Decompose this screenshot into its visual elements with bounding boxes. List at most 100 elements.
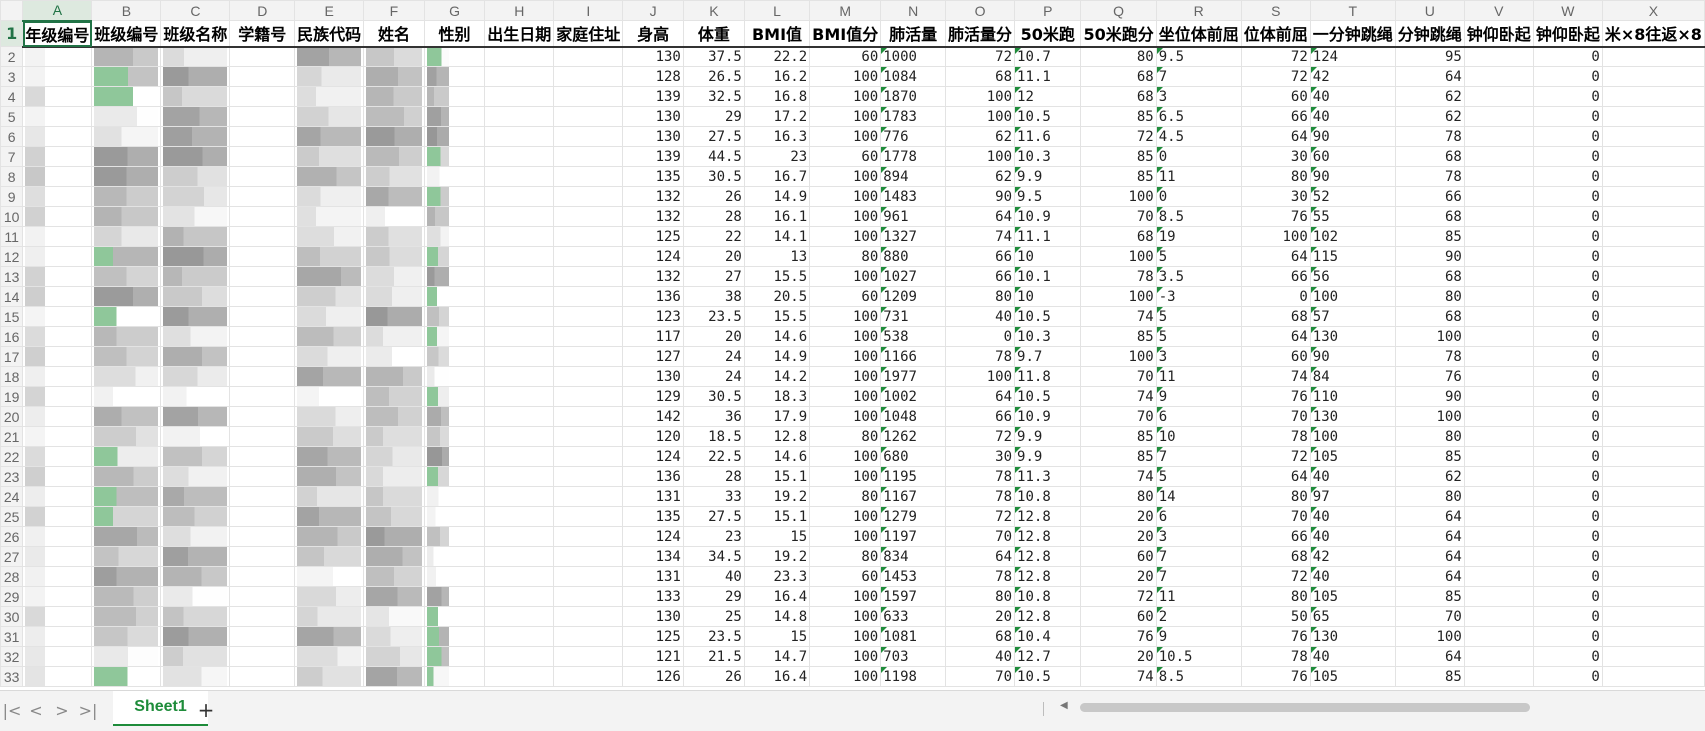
data-cell[interactable]: 7 (1155, 546, 1242, 567)
data-cell[interactable]: 11 (1155, 366, 1242, 387)
data-cell[interactable]: 100 (1080, 246, 1157, 267)
data-cell[interactable]: 20 (1080, 506, 1157, 527)
redacted-cell[interactable] (294, 586, 365, 607)
redacted-cell[interactable] (22, 106, 93, 127)
data-cell[interactable]: 60 (809, 286, 882, 307)
data-cell[interactable]: 90 (1309, 346, 1396, 367)
data-cell[interactable]: 80 (1080, 46, 1157, 67)
data-cell[interactable]: 78 (945, 346, 1016, 367)
data-cell[interactable]: 80 (809, 246, 882, 267)
data-cell[interactable]: 78 (1240, 646, 1311, 667)
redacted-cell[interactable] (484, 66, 555, 87)
row-header[interactable]: 25 (0, 506, 24, 527)
row-header[interactable]: 26 (0, 526, 24, 547)
data-cell[interactable]: 56 (1309, 266, 1396, 287)
data-cell[interactable]: 0 (1532, 206, 1603, 227)
redacted-cell[interactable] (484, 666, 555, 687)
data-cell[interactable]: 100 (809, 366, 882, 387)
row-header[interactable]: 28 (0, 566, 24, 587)
data-cell[interactable]: 8.5 (1155, 666, 1242, 687)
redacted-cell[interactable] (484, 566, 555, 587)
data-cell[interactable]: 0 (1532, 106, 1603, 127)
data-cell[interactable]: 32.5 (682, 86, 745, 107)
data-cell[interactable]: 68 (1394, 206, 1465, 227)
redacted-cell[interactable] (553, 626, 624, 647)
data-cell[interactable]: 24 (682, 346, 745, 367)
data-cell[interactable]: 14.6 (743, 326, 811, 347)
redacted-cell[interactable] (553, 46, 624, 67)
data-cell[interactable]: 72 (1240, 566, 1311, 587)
column-header-v[interactable]: V (1463, 0, 1534, 21)
data-cell[interactable]: 38 (682, 286, 745, 307)
redacted-cell[interactable] (553, 506, 624, 527)
redacted-cell[interactable] (229, 666, 296, 687)
data-cell[interactable]: 2 (1155, 606, 1242, 627)
data-cell[interactable]: 76 (1080, 626, 1157, 647)
data-cell[interactable]: 100 (1080, 346, 1157, 367)
redacted-cell[interactable] (91, 426, 162, 447)
data-cell[interactable] (1463, 446, 1534, 467)
redacted-cell[interactable] (294, 86, 365, 107)
data-cell[interactable]: 85 (1394, 666, 1465, 687)
data-cell[interactable]: 100 (1080, 286, 1157, 307)
data-cell[interactable]: 0 (1240, 286, 1311, 307)
header-cell[interactable]: 班级编号 (91, 20, 162, 48)
header-cell[interactable]: 钟仰卧起 (1532, 20, 1603, 48)
data-cell[interactable]: 5 (1155, 306, 1242, 327)
data-cell[interactable]: 128 (622, 66, 684, 87)
data-cell[interactable]: 11.6 (1014, 126, 1082, 147)
column-header-i[interactable]: I (553, 0, 624, 21)
row-header[interactable]: 29 (0, 586, 24, 607)
data-cell[interactable]: 78 (945, 486, 1016, 507)
data-cell[interactable] (1601, 206, 1705, 227)
redacted-cell[interactable] (91, 106, 162, 127)
data-cell[interactable]: 76 (1240, 626, 1311, 647)
redacted-cell[interactable] (294, 566, 365, 587)
redacted-cell[interactable] (553, 606, 624, 627)
data-cell[interactable]: 40 (1309, 106, 1396, 127)
data-cell[interactable]: 961 (880, 206, 947, 227)
data-cell[interactable]: 15.1 (743, 466, 811, 487)
data-cell[interactable]: 85 (1080, 106, 1157, 127)
redacted-cell[interactable] (423, 606, 486, 627)
data-cell[interactable]: 12.8 (1014, 606, 1082, 627)
redacted-cell[interactable] (229, 546, 296, 567)
redacted-cell[interactable] (294, 66, 365, 87)
data-cell[interactable]: 100 (1394, 406, 1465, 427)
data-cell[interactable]: 703 (880, 646, 947, 667)
data-cell[interactable]: 22.2 (743, 46, 811, 67)
data-cell[interactable]: 85 (1394, 446, 1465, 467)
redacted-cell[interactable] (91, 626, 162, 647)
redacted-cell[interactable] (91, 466, 162, 487)
data-cell[interactable]: 127 (622, 346, 684, 367)
data-cell[interactable]: 1483 (880, 186, 947, 207)
redacted-cell[interactable] (160, 386, 231, 407)
redacted-cell[interactable] (423, 426, 486, 447)
add-sheet-icon[interactable]: + (196, 698, 216, 722)
column-header-t[interactable]: T (1309, 0, 1396, 21)
column-header-q[interactable]: Q (1080, 0, 1157, 21)
data-cell[interactable]: 125 (622, 226, 684, 247)
data-cell[interactable]: 0 (1532, 506, 1603, 527)
data-cell[interactable]: 90 (1394, 246, 1465, 267)
data-cell[interactable]: 60 (1309, 146, 1396, 167)
redacted-cell[interactable] (160, 466, 231, 487)
redacted-cell[interactable] (229, 46, 296, 67)
data-cell[interactable]: 30 (1240, 146, 1311, 167)
data-cell[interactable] (1601, 566, 1705, 587)
data-cell[interactable]: 100 (809, 586, 882, 607)
data-cell[interactable]: 17.2 (743, 106, 811, 127)
redacted-cell[interactable] (423, 346, 486, 367)
redacted-cell[interactable] (553, 586, 624, 607)
redacted-cell[interactable] (294, 206, 365, 227)
data-cell[interactable]: 78 (945, 566, 1016, 587)
data-cell[interactable]: 30 (945, 446, 1016, 467)
redacted-cell[interactable] (553, 346, 624, 367)
data-cell[interactable]: 1597 (880, 586, 947, 607)
redacted-cell[interactable] (22, 66, 93, 87)
redacted-cell[interactable] (553, 466, 624, 487)
row-header[interactable]: 3 (0, 66, 24, 87)
redacted-cell[interactable] (91, 326, 162, 347)
redacted-cell[interactable] (91, 306, 162, 327)
redacted-cell[interactable] (294, 526, 365, 547)
